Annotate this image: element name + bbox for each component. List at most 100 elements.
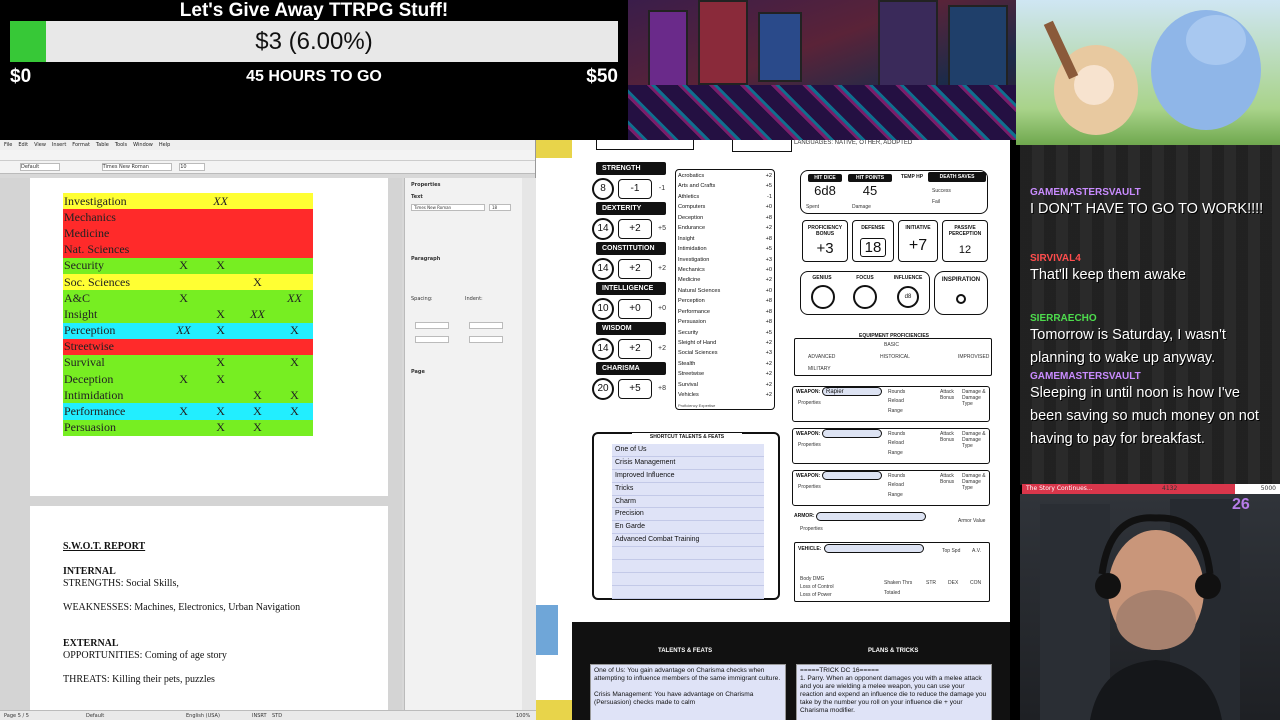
- ability-score[interactable]: 8: [592, 178, 614, 200]
- chat-username[interactable]: SIRVIVAL4: [1030, 253, 1270, 264]
- menu-item[interactable]: Format: [72, 142, 90, 148]
- skill-mark-cell[interactable]: X: [276, 323, 313, 339]
- skill-row[interactable]: Acrobatics +2: [678, 171, 772, 181]
- vehicle-field[interactable]: [824, 544, 924, 553]
- skill-mark-cell[interactable]: [165, 225, 202, 241]
- skill-mark-cell[interactable]: X: [202, 355, 239, 371]
- skill-mark-cell[interactable]: X: [239, 387, 276, 403]
- table-row[interactable]: Nat. Sciences: [63, 241, 313, 258]
- shortcut-talent-item[interactable]: En Garde: [612, 521, 764, 535]
- swot-report[interactable]: S.W.O.T. REPORT INTERNAL STRENGTHS: Soci…: [63, 541, 300, 686]
- skill-row[interactable]: Performance +8: [678, 307, 772, 317]
- skill-mark-cell[interactable]: [165, 355, 202, 371]
- shortcut-talent-item[interactable]: Tricks: [612, 483, 764, 496]
- spacing-below-field[interactable]: [415, 336, 449, 343]
- skill-mark-cell[interactable]: [165, 387, 202, 403]
- talents-feats-text[interactable]: One of Us: You gain advantage on Charism…: [590, 664, 786, 720]
- skill-mark-cell[interactable]: [165, 420, 202, 436]
- skill-name-cell[interactable]: Deception: [63, 371, 165, 387]
- skill-mark-cell[interactable]: XX: [165, 323, 202, 339]
- chat-username[interactable]: GAMEMASTERSVAULT: [1030, 187, 1270, 198]
- skill-name-cell[interactable]: Soc. Sciences: [63, 274, 165, 290]
- skill-row[interactable]: Streetwise +2: [678, 369, 772, 379]
- skill-mark-cell[interactable]: [276, 242, 313, 258]
- document-canvas[interactable]: Investigation XX Mechanics Medicine Nat. Sci…: [0, 178, 402, 710]
- ability-score[interactable]: 10: [592, 298, 614, 320]
- skill-mark-cell[interactable]: [276, 371, 313, 387]
- initiative-value[interactable]: +7: [898, 237, 938, 255]
- skill-name-cell[interactable]: Intimidation: [63, 387, 165, 403]
- skill-name-cell[interactable]: Nat. Sciences: [63, 242, 165, 258]
- skill-mark-cell[interactable]: [239, 258, 276, 274]
- menu-item[interactable]: File: [4, 142, 12, 148]
- skill-mark-cell[interactable]: [165, 193, 202, 209]
- equip-advanced[interactable]: ADVANCED: [808, 354, 835, 360]
- menu-item[interactable]: Edit: [18, 142, 28, 148]
- style-select[interactable]: Default: [20, 163, 60, 171]
- influence-die[interactable]: d8: [897, 286, 919, 308]
- ability-modifier[interactable]: -1: [618, 179, 652, 199]
- ability-modifier[interactable]: +2: [618, 259, 652, 279]
- menu-item[interactable]: Window: [133, 142, 153, 148]
- table-row[interactable]: Investigation XX: [63, 193, 313, 210]
- plans-tricks-text[interactable]: =====TRICK DC 16===== 1. Parry. When an …: [796, 664, 992, 720]
- table-row[interactable]: Deception X X: [63, 371, 313, 388]
- ability-save[interactable]: -1: [654, 179, 670, 199]
- skill-mark-cell[interactable]: [202, 290, 239, 306]
- skill-mark-cell[interactable]: X: [202, 323, 239, 339]
- skill-mark-cell[interactable]: X: [202, 420, 239, 436]
- ability-modifier[interactable]: +2: [618, 339, 652, 359]
- skill-mark-cell[interactable]: [276, 209, 313, 225]
- shortcut-talent-item[interactable]: [612, 586, 764, 599]
- skill-row[interactable]: Endurance +2: [678, 223, 772, 233]
- skill-mark-cell[interactable]: X: [276, 387, 313, 403]
- ability-save[interactable]: +8: [654, 379, 670, 399]
- table-row[interactable]: A&C X XX: [63, 290, 313, 307]
- shortcut-talent-item[interactable]: [612, 560, 764, 573]
- skill-mark-cell[interactable]: XX: [202, 193, 239, 209]
- writer-toolbar[interactable]: [0, 150, 535, 161]
- ability-save[interactable]: +2: [654, 339, 670, 359]
- skill-mark-cell[interactable]: [165, 339, 202, 355]
- ability-score[interactable]: 14: [592, 338, 614, 360]
- skill-mark-cell[interactable]: [239, 290, 276, 306]
- skill-row[interactable]: Security +5: [678, 328, 772, 338]
- shortcut-talent-item[interactable]: Precision: [612, 508, 764, 522]
- skill-mark-cell[interactable]: X: [239, 420, 276, 436]
- skill-mark-cell[interactable]: [202, 242, 239, 258]
- ability-save[interactable]: +0: [654, 299, 670, 319]
- spacing-above-field[interactable]: [415, 322, 449, 329]
- skill-mark-cell[interactable]: [165, 306, 202, 322]
- skill-row[interactable]: Computers +0: [678, 202, 772, 212]
- shortcut-talent-item[interactable]: Advanced Combat Training: [612, 534, 764, 548]
- skill-name-cell[interactable]: Persuasion: [63, 420, 165, 436]
- proficiency-bonus-value[interactable]: +3: [802, 240, 848, 257]
- skill-name-cell[interactable]: Performance: [63, 403, 165, 419]
- sidebar-size-field[interactable]: 18: [489, 204, 511, 211]
- ability-score[interactable]: 20: [592, 378, 614, 400]
- ability-modifier[interactable]: +2: [618, 219, 652, 239]
- skill-row[interactable]: Medicine +2: [678, 275, 772, 285]
- skill-row[interactable]: Persuasion +8: [678, 317, 772, 327]
- skill-mark-cell[interactable]: X: [202, 371, 239, 387]
- skill-mark-cell[interactable]: [276, 420, 313, 436]
- skill-mark-cell[interactable]: X: [165, 403, 202, 419]
- inspiration-checkbox[interactable]: [956, 294, 966, 304]
- skill-mark-cell[interactable]: XX: [276, 290, 313, 306]
- skill-name-cell[interactable]: Survival: [63, 355, 165, 371]
- chat-username[interactable]: SIERRAECHO: [1030, 313, 1270, 324]
- genius-dial-icon[interactable]: [811, 285, 835, 309]
- equip-basic[interactable]: BASIC: [884, 342, 899, 348]
- skill-row[interactable]: Survival +2: [678, 380, 772, 390]
- skill-mark-cell[interactable]: X: [202, 258, 239, 274]
- ability-save[interactable]: +2: [654, 259, 670, 279]
- table-row[interactable]: Insight X XX: [63, 306, 313, 323]
- skill-mark-cell[interactable]: [239, 225, 276, 241]
- skill-mark-cell[interactable]: [276, 258, 313, 274]
- shortcut-talent-item[interactable]: One of Us: [612, 444, 764, 457]
- skill-mark-cell[interactable]: X: [202, 306, 239, 322]
- table-row[interactable]: Performance X X X X: [63, 403, 313, 420]
- indent-before-field[interactable]: [469, 322, 503, 329]
- weapon-name-field[interactable]: Rapier: [822, 387, 882, 396]
- skill-row[interactable]: Stealth +2: [678, 359, 772, 369]
